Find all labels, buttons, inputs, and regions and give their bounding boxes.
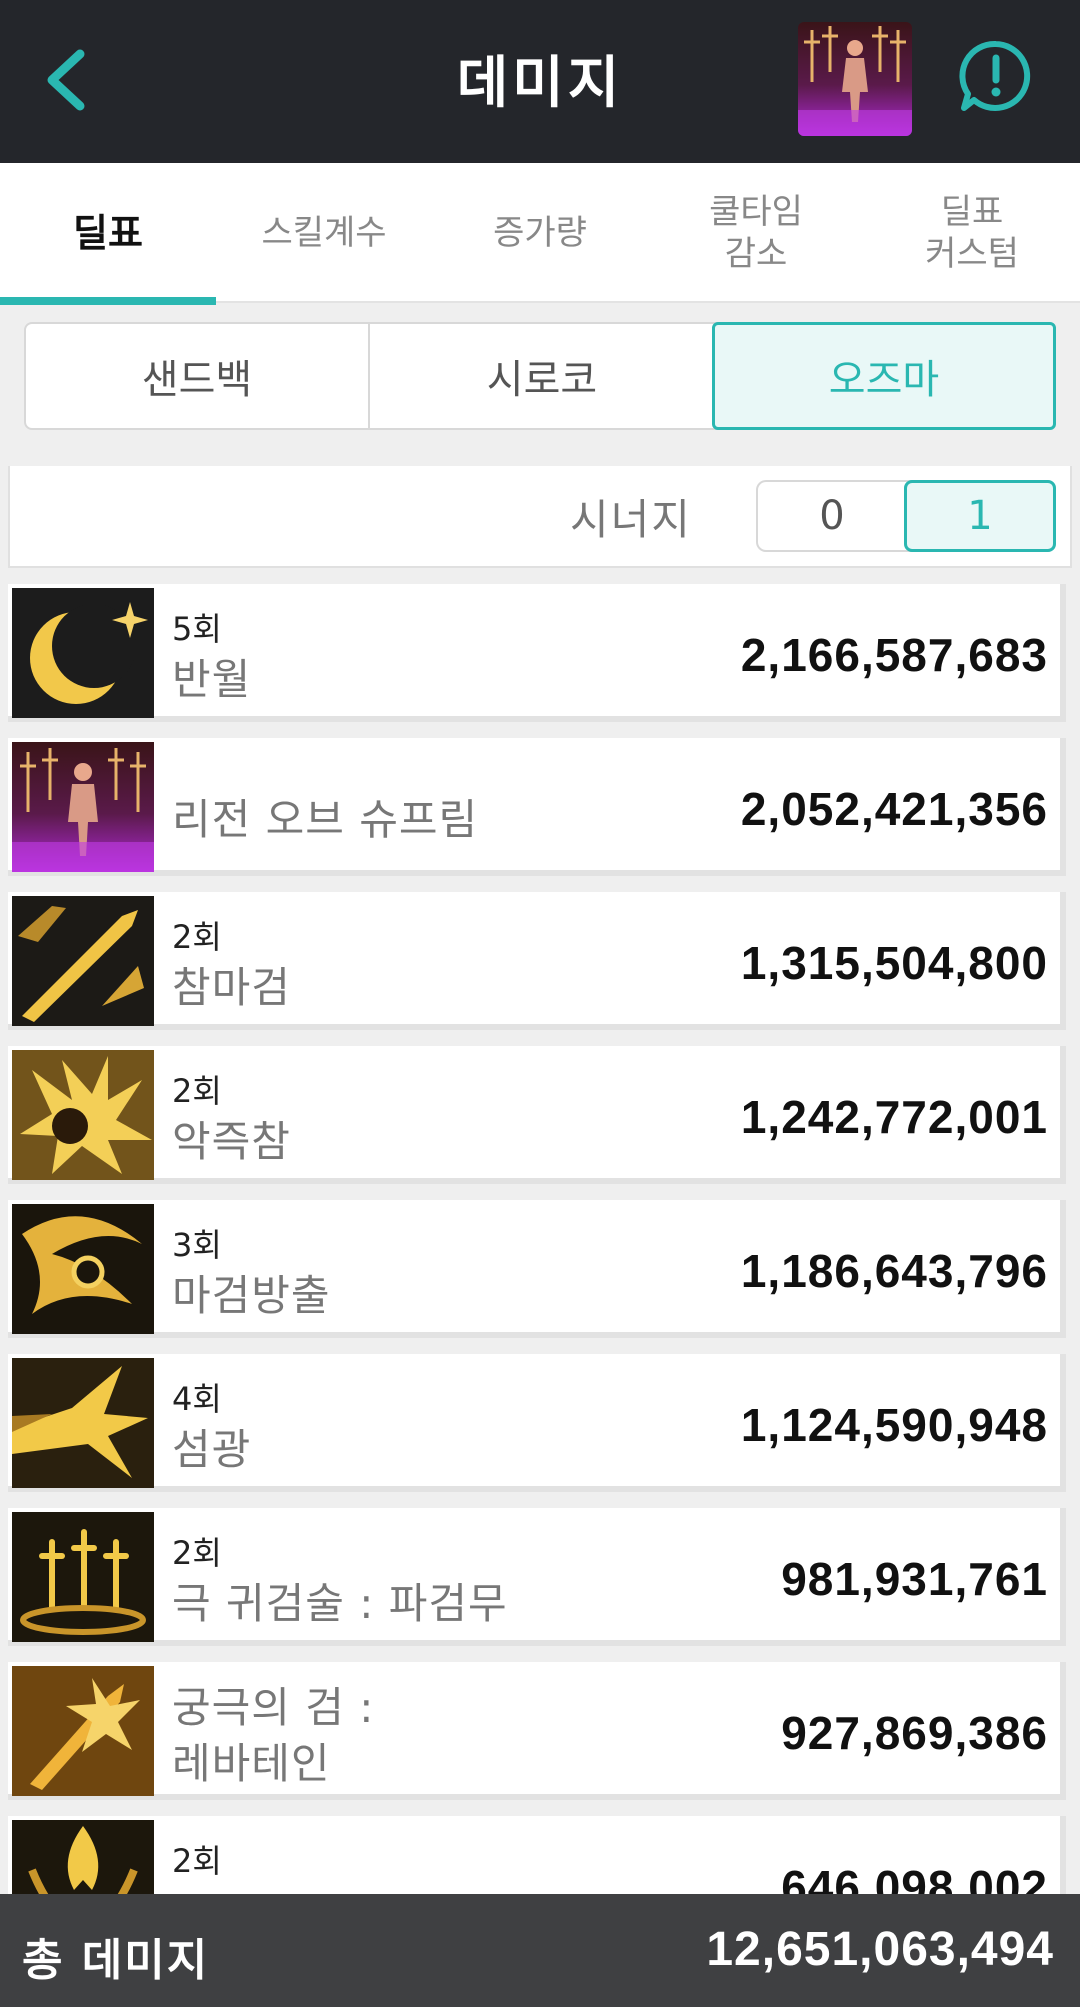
skill-name: 참마검	[172, 963, 291, 1012]
tab-label: 쿨타임 감소	[709, 192, 803, 274]
skill-damage-value: 1,242,772,001	[740, 1091, 1048, 1143]
character-avatar-icon[interactable]	[798, 22, 912, 136]
skill-name: 궁극의 검 : 레바테인	[172, 1683, 375, 1788]
list-item[interactable]: 5회 반월 2,166,587,683	[8, 584, 1066, 722]
skill-damage-value: 927,869,386	[781, 1707, 1048, 1759]
target-sirocco[interactable]: 시로코	[370, 324, 714, 428]
slash-sword-icon	[12, 896, 154, 1026]
demon-sword-release-icon	[12, 1204, 154, 1334]
list-item[interactable]: 4회 섬광 1,124,590,948	[8, 1354, 1066, 1492]
list-item[interactable]: 리전 오브 슈프림 2,052,421,356	[8, 738, 1066, 876]
target-selector: 샌드백 시로코 오즈마	[24, 322, 1056, 430]
tab-label: 스킬계수	[261, 213, 387, 253]
skill-damage-value: 2,052,421,356	[740, 783, 1048, 835]
hit-count: 3회	[172, 1226, 222, 1264]
skill-damage-value: 981,931,761	[781, 1553, 1048, 1605]
skill-name: 마검방출	[172, 1271, 331, 1320]
flash-icon	[12, 1358, 154, 1488]
list-item[interactable]: 2회 참마검 1,315,504,800	[8, 892, 1066, 1030]
hit-count: 4회	[172, 1380, 222, 1418]
hit-count: 5회	[172, 610, 222, 648]
laevateinn-icon	[12, 1666, 154, 1796]
active-tab-indicator	[0, 297, 216, 305]
tab-label: 딜표	[73, 211, 143, 255]
list-item[interactable]: 2회 악즉참 1,242,772,001	[8, 1046, 1066, 1184]
skill-damage-value: 1,315,504,800	[740, 937, 1048, 989]
hit-count: 2회	[172, 918, 222, 956]
info-alert-button[interactable]	[958, 38, 1034, 114]
synergy-label: 시너지	[570, 495, 692, 544]
skill-name: 극 귀검술 : 파검무	[172, 1579, 508, 1628]
target-ozma[interactable]: 오즈마	[712, 322, 1056, 430]
hit-count: 2회	[172, 1842, 222, 1880]
total-damage-value: 12,651,063,494	[706, 1923, 1054, 1976]
tab-skill-coefficient[interactable]: 스킬계수	[216, 163, 432, 303]
total-damage-bar: 총 데미지 12,651,063,494	[0, 1894, 1080, 2007]
exclamation-bubble-icon	[959, 40, 1031, 111]
skill-name: 섬광	[172, 1425, 252, 1474]
synergy-toggle: 0 1	[756, 480, 1056, 552]
damage-screen: 데미지 딜표 스킬계수 증가량 쿨타임 감소 딜표 커스텀 샌드백 시로코 오즈…	[0, 0, 1080, 2007]
synergy-row: 시너지 0 1	[8, 466, 1072, 568]
skill-damage-value: 2,166,587,683	[740, 629, 1048, 681]
flame-sword-icon	[12, 1820, 154, 1894]
skill-damage-value: 1,186,643,796	[740, 1245, 1048, 1297]
skill-name: 반월	[172, 655, 252, 704]
hit-count: 2회	[172, 1072, 222, 1110]
tab-cooldown-reduction[interactable]: 쿨타임 감소	[648, 163, 864, 303]
tab-increase[interactable]: 증가량	[432, 163, 648, 303]
tab-damage-table[interactable]: 딜표	[0, 163, 216, 305]
skill-name: 리전 오브 슈프림	[172, 795, 479, 844]
top-app-bar: 데미지	[0, 0, 1080, 163]
tab-bar: 딜표 스킬계수 증가량 쿨타임 감소 딜표 커스텀	[0, 163, 1080, 305]
legion-of-supreme-icon	[12, 742, 154, 872]
list-item[interactable]: 궁극의 검 : 레바테인 927,869,386	[8, 1662, 1066, 1800]
crescent-moon-icon	[12, 588, 154, 718]
skill-damage-value: 1,124,590,948	[740, 1399, 1048, 1451]
synergy-option-1[interactable]: 1	[904, 480, 1056, 552]
tab-label: 증가량	[493, 213, 587, 253]
synergy-option-0[interactable]: 0	[758, 482, 906, 550]
tab-label: 딜표 커스텀	[925, 192, 1019, 274]
sword-dance-icon	[12, 1512, 154, 1642]
target-sandbag[interactable]: 샌드백	[26, 324, 370, 428]
hit-count: 2회	[172, 1534, 222, 1572]
skill-damage-value: 646,098,002	[781, 1861, 1048, 1894]
page-title: 데미지	[456, 51, 624, 116]
total-damage-label: 총 데미지	[22, 1935, 210, 1986]
evil-slash-icon	[12, 1050, 154, 1180]
tab-custom-table[interactable]: 딜표 커스텀	[864, 163, 1080, 303]
skill-name: 악즉참	[172, 1117, 291, 1166]
list-item[interactable]: 2회 극 귀검술 : 파검무 981,931,761	[8, 1508, 1066, 1646]
skill-damage-list[interactable]: 5회 반월 2,166,587,683 리전 오브 슈프림 2,052,421,…	[8, 584, 1074, 1894]
list-item[interactable]: 3회 마검방출 1,186,643,796	[8, 1200, 1066, 1338]
list-item[interactable]: 2회 646,098,002	[8, 1816, 1066, 1894]
